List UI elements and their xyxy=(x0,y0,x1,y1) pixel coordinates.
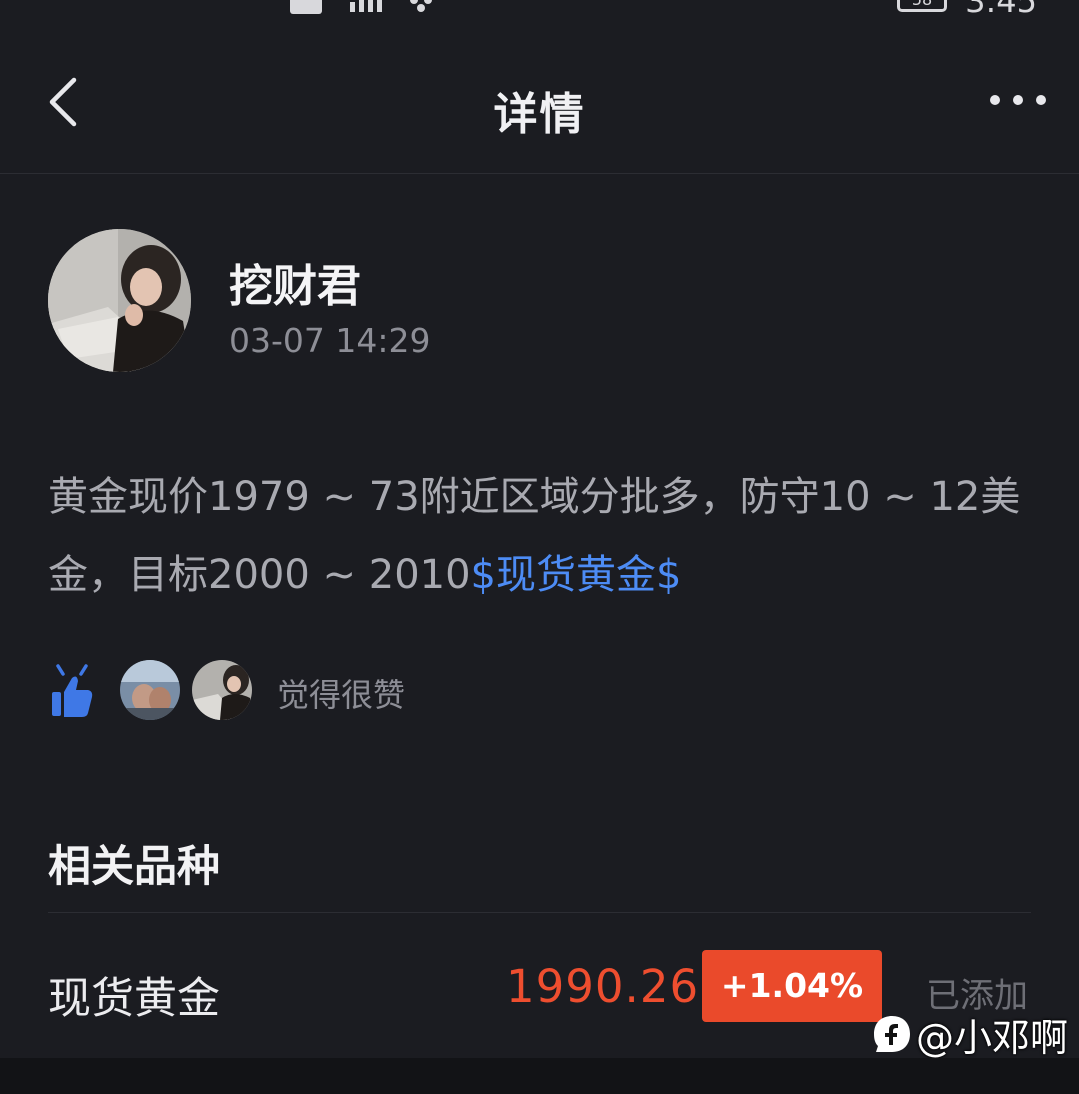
price-change-badge: +1.04% xyxy=(702,950,882,1022)
page-title: 详情 xyxy=(493,89,586,140)
bottom-strip xyxy=(0,1058,1079,1094)
instrument-tag-link[interactable]: $现货黄金$ xyxy=(471,552,682,598)
instrument-name: 现货黄金 xyxy=(48,974,220,1024)
liker-avatar-image xyxy=(120,660,180,720)
liker-avatar-image xyxy=(192,660,252,720)
wifi-icon xyxy=(410,0,432,12)
liker-avatar[interactable] xyxy=(120,660,180,720)
thumbs-up-icon[interactable] xyxy=(50,662,94,720)
app-logo-icon xyxy=(874,1016,910,1052)
liker-avatar[interactable] xyxy=(192,660,252,720)
watermark-text: @小邓啊 xyxy=(916,1015,1069,1060)
battery-indicator: 58 xyxy=(897,0,947,12)
author-name[interactable]: 挖财君 xyxy=(229,250,361,314)
watermark: @小邓啊 xyxy=(872,1010,1068,1060)
status-time: 3:45 xyxy=(965,0,1037,18)
divider xyxy=(48,912,1031,913)
detail-page: 58 3:45 详情 挖财君 03-07 14:29 黄金现价1979 ~ 73… xyxy=(0,0,1079,1094)
nav-bar: 详情 xyxy=(0,48,1079,174)
avatar-image xyxy=(48,229,191,372)
like-summary-text: 觉得很赞 xyxy=(277,676,406,714)
author-avatar[interactable] xyxy=(48,229,191,372)
sim-icon xyxy=(290,0,322,14)
status-bar: 58 3:45 xyxy=(0,0,1079,18)
more-options-icon[interactable] xyxy=(989,88,1047,112)
post-timestamp: 03-07 14:29 xyxy=(229,321,431,360)
instrument-price: 1990.26 xyxy=(506,960,700,1013)
signal-icon xyxy=(350,0,382,12)
post-content: 黄金现价1979 ~ 73附近区域分批多，防守10 ~ 12美金，目标2000 … xyxy=(48,458,1038,614)
related-section-title: 相关品种 xyxy=(48,842,220,892)
